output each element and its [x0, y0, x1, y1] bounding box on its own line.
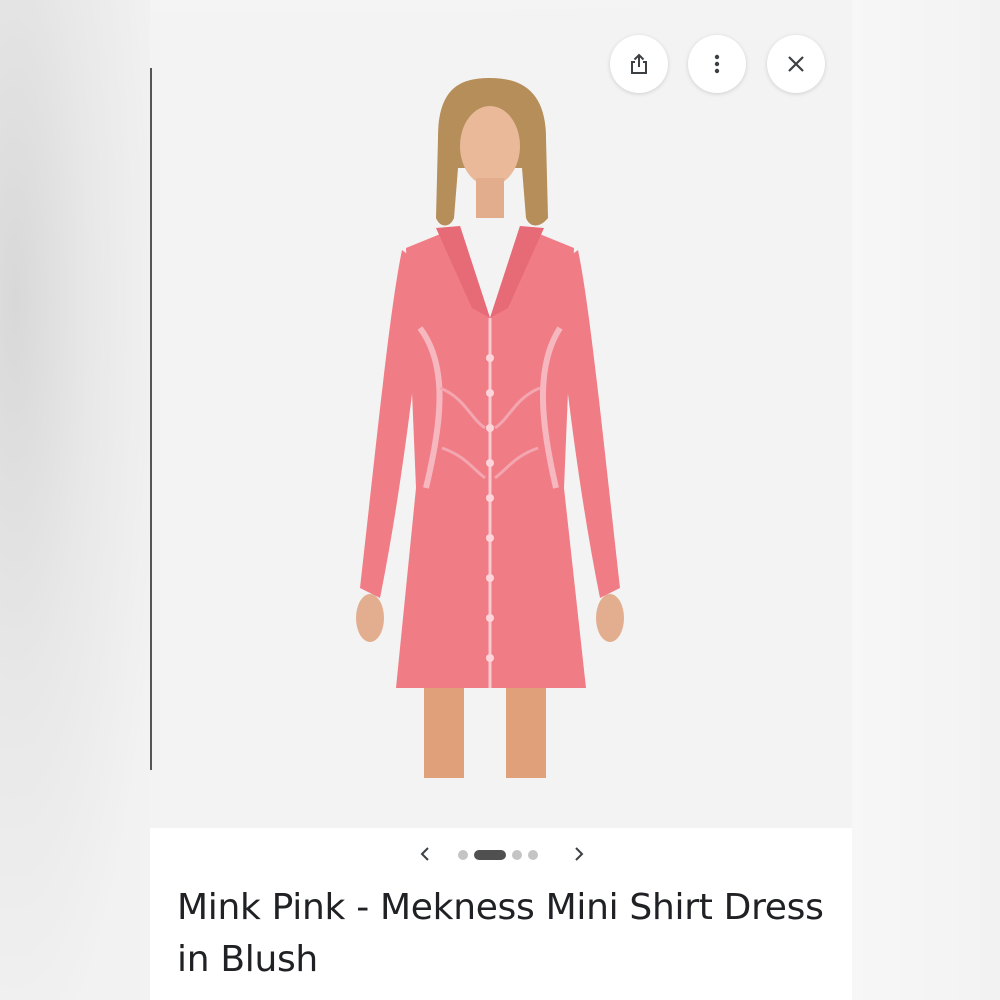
blurred-background-left [0, 0, 150, 1000]
scroll-edge [150, 68, 152, 770]
more-options-button[interactable] [688, 35, 746, 93]
page-dot[interactable] [458, 850, 468, 860]
page-dot-active[interactable] [474, 850, 506, 860]
product-photo[interactable] [350, 68, 630, 778]
pagination-dots [458, 850, 538, 860]
chevron-right-icon [575, 847, 584, 861]
close-button[interactable] [767, 35, 825, 93]
previous-image-button[interactable] [414, 842, 438, 866]
blurred-background-right [852, 0, 1000, 1000]
next-image-button[interactable] [566, 842, 590, 866]
image-pager [150, 840, 852, 870]
page-dot[interactable] [512, 850, 522, 860]
image-preview[interactable] [150, 10, 852, 828]
product-title[interactable]: Mink Pink - Mekness Mini Shirt Dress in … [177, 882, 827, 986]
page-dot[interactable] [528, 850, 538, 860]
share-icon [631, 53, 647, 74]
share-button[interactable] [610, 35, 668, 93]
close-icon [788, 56, 804, 72]
image-viewer-card: Mink Pink - Mekness Mini Shirt Dress in … [150, 10, 852, 1000]
chevron-left-icon [420, 847, 429, 861]
more-vert-icon [714, 54, 720, 74]
